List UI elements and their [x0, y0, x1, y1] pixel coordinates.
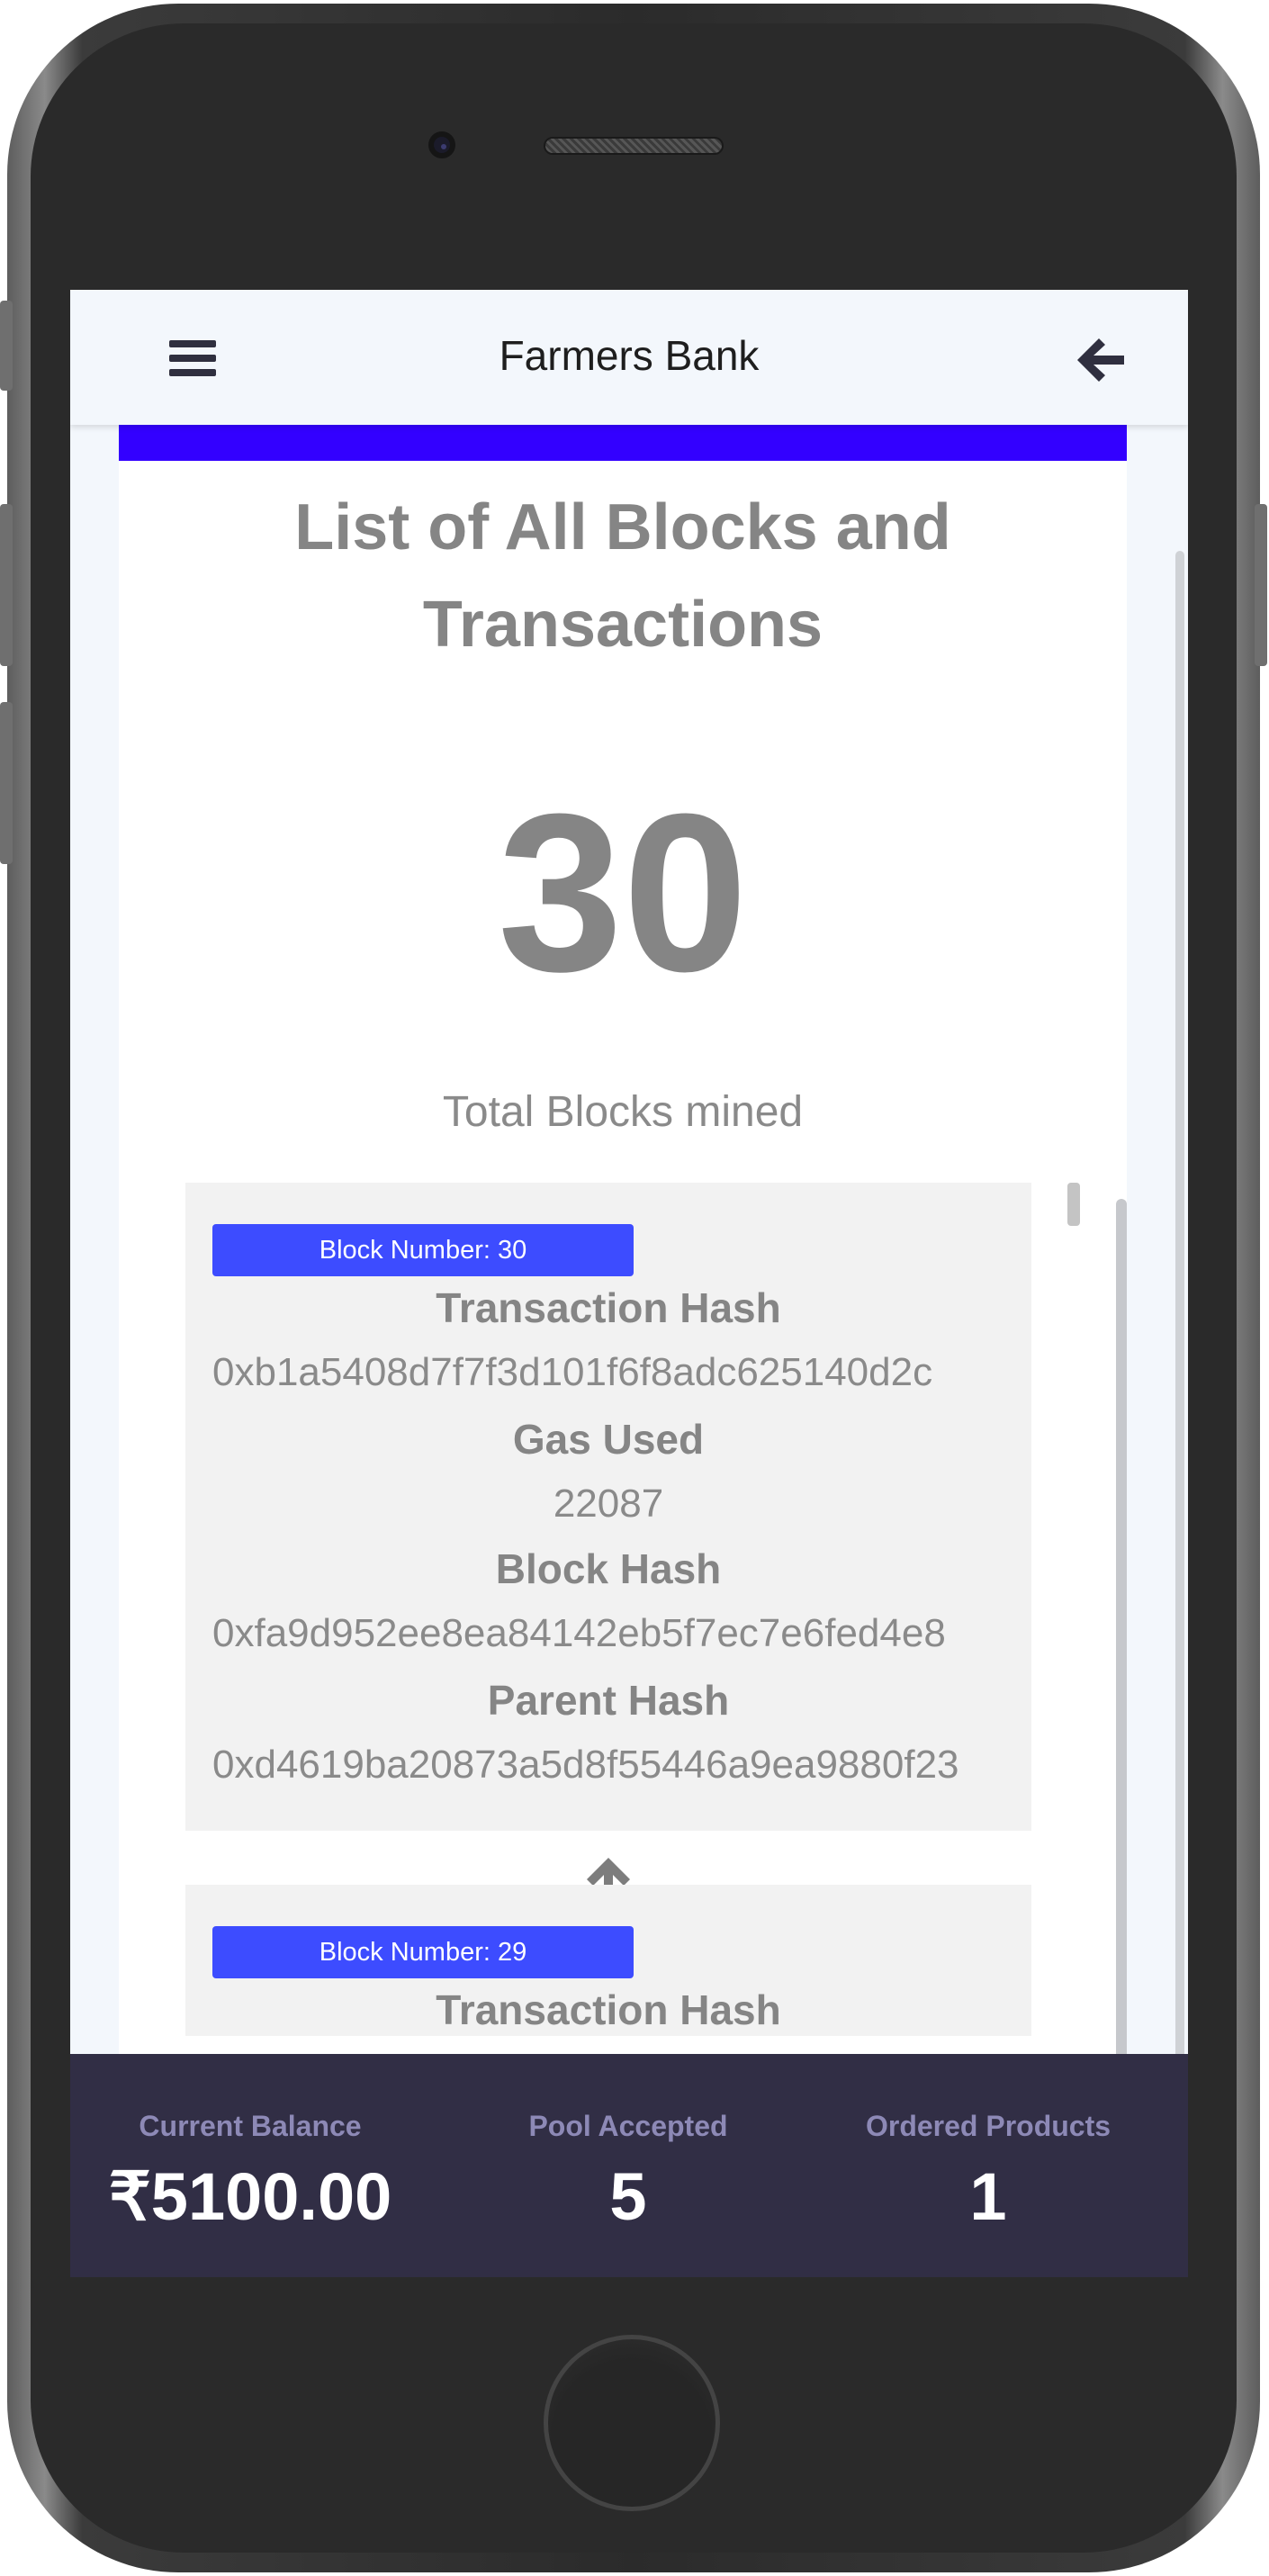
page-scrollbar[interactable] — [1175, 551, 1184, 2277]
block-list[interactable]: Block Number: 30 Transaction Hash 0xb1a5… — [185, 1183, 1085, 2036]
total-blocks-caption: Total Blocks mined — [442, 1088, 804, 1136]
arrow-left-icon[interactable] — [1074, 333, 1128, 387]
app-screen: Farmers Bank List of All Blocks and Tran… — [70, 290, 1188, 2277]
power-button — [1255, 504, 1267, 666]
accent-bar — [119, 425, 1127, 461]
transaction-hash-label: Transaction Hash — [436, 1284, 781, 1331]
app-title: Farmers Bank — [499, 332, 760, 379]
volume-up-button — [0, 504, 13, 666]
block-number-badge: Block Number: 29 — [212, 1926, 634, 1978]
ordered-products-stat: Ordered Products 1 — [808, 2054, 1168, 2277]
top-app-bar: Farmers Bank — [70, 290, 1188, 425]
gas-used-value: 22087 — [553, 1482, 664, 1526]
current-balance-stat: Current Balance ₹5100.00 — [70, 2054, 430, 2277]
current-balance-label: Current Balance — [139, 2110, 362, 2142]
block-number-badge: Block Number: 30 — [212, 1224, 634, 1276]
pool-accepted-label: Pool Accepted — [528, 2110, 728, 2142]
home-button[interactable] — [544, 2335, 720, 2511]
gas-used-label: Gas Used — [512, 1416, 705, 1463]
parent-hash-value: 0xd4619ba20873a5d8f55446a9ea9880f23 — [212, 1743, 959, 1787]
pool-accepted-stat: Pool Accepted 5 — [448, 2054, 808, 2277]
ordered-products-value: 1 — [969, 2159, 1007, 2234]
earpiece-speaker — [544, 137, 724, 155]
block-list-scrollbar[interactable] — [1067, 1183, 1080, 1226]
mute-switch — [0, 301, 13, 391]
transaction-hash-label: Transaction Hash — [436, 1986, 781, 2033]
page-title: List of All Blocks and Transactions — [294, 491, 951, 661]
transaction-hash-value: 0xb1a5408d7f7f3d101f6f8adc625140d2c — [212, 1350, 933, 1394]
total-blocks-count: 30 — [497, 767, 749, 1018]
parent-hash-label: Parent Hash — [487, 1677, 730, 1724]
pool-accepted-value: 5 — [609, 2159, 647, 2234]
block-card: Block Number: 29 Transaction Hash — [185, 1885, 1031, 2036]
block-card: Block Number: 30 Transaction Hash 0xb1a5… — [185, 1183, 1031, 1831]
volume-down-button — [0, 702, 13, 864]
block-hash-label: Block Hash — [495, 1545, 722, 1592]
current-balance-value: ₹5100.00 — [108, 2159, 392, 2234]
ordered-products-label: Ordered Products — [865, 2110, 1112, 2142]
front-camera — [428, 131, 455, 158]
block-hash-value: 0xfa9d952ee8ea84142eb5f7ec7e6fed4e8 — [212, 1611, 946, 1655]
summary-footer: Current Balance ₹5100.00 Pool Accepted 5… — [70, 2054, 1188, 2277]
content-scrollbar[interactable] — [1116, 1199, 1127, 2166]
main-content: List of All Blocks and Transactions 30 T… — [119, 425, 1127, 2277]
